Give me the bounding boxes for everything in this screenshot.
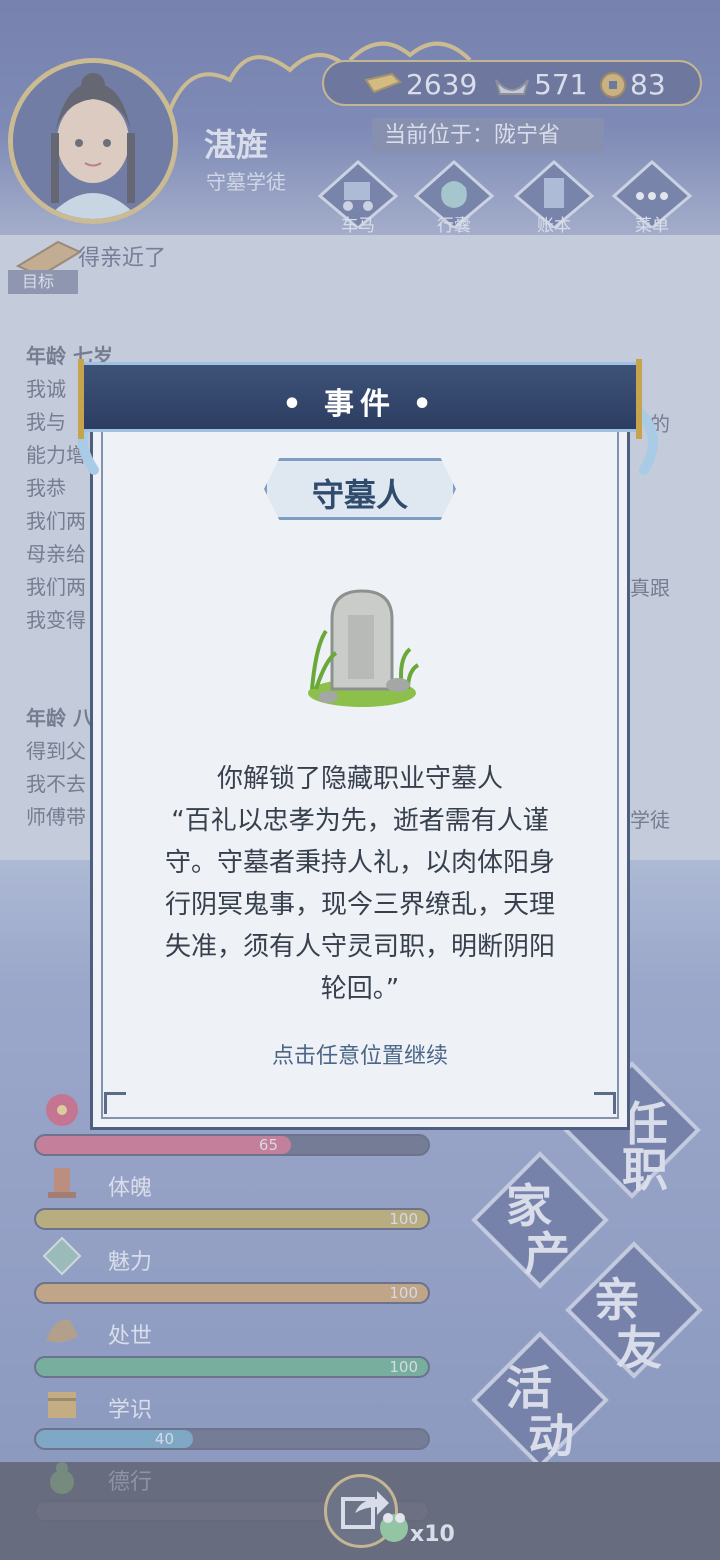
corner-ornament xyxy=(594,1092,616,1114)
event-name: 守墓人 xyxy=(311,476,408,514)
event-line: 守。守墓者秉持人礼，以肉体阳身 xyxy=(164,848,555,878)
continue-hint[interactable]: 点击任意位置继续 xyxy=(0,1038,720,1070)
event-line: 你解锁了隐藏职业守墓人 xyxy=(216,764,503,794)
event-description: 你解锁了隐藏职业守墓人 “百礼以忠孝为先，逝者需有人谨 守。守墓者秉持人礼，以肉… xyxy=(128,758,592,1010)
event-header-title: • 事件 • xyxy=(282,387,438,422)
corner-ornament xyxy=(104,1092,126,1114)
event-line: 失准，须有人守灵司职，明断阴阳 xyxy=(164,932,555,962)
event-line: “百礼以忠孝为先，逝者需有人谨 xyxy=(171,806,549,836)
tombstone-icon xyxy=(308,589,420,707)
event-line: 行阴冥鬼事，现今三界缭乱，天理 xyxy=(164,890,555,920)
event-line: 轮回。” xyxy=(320,974,400,1004)
event-header: • 事件 • xyxy=(78,359,642,439)
